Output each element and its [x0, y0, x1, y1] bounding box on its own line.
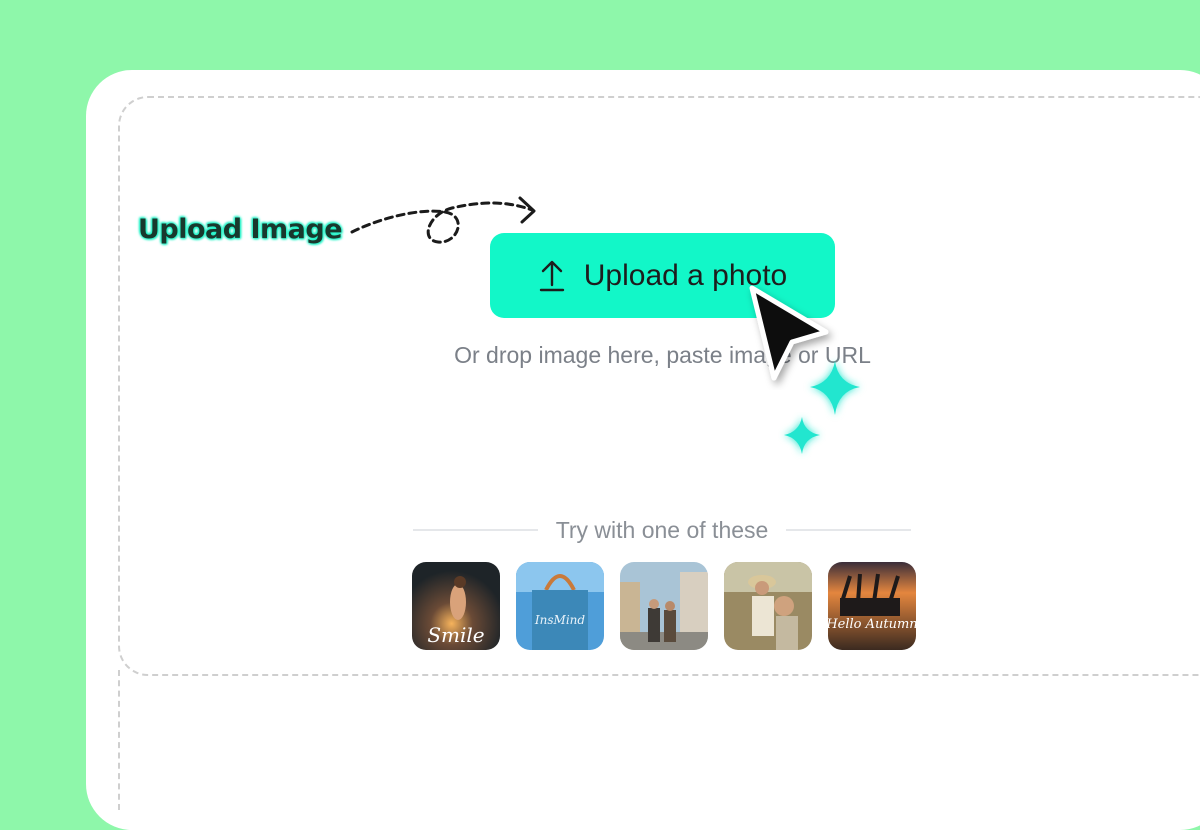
sample-overlay-text: Hello Autumn: [828, 617, 916, 632]
sample-overlay-text: InsMind: [534, 613, 585, 627]
divider-line-right: [786, 529, 912, 531]
sample-overlay-text: Smile: [427, 623, 484, 647]
sparkle-icon: [784, 417, 820, 454]
sample-hello-autumn[interactable]: Hello Autumn: [828, 562, 916, 650]
upload-arrow-icon: [539, 260, 564, 291]
dashed-arrow-icon: [350, 196, 536, 244]
sample-tote-bag[interactable]: InsMind: [516, 562, 604, 650]
samples-heading: Try with one of these: [555, 516, 769, 543]
sample-smile[interactable]: Smile: [412, 562, 500, 650]
sample-field-portrait[interactable]: [724, 562, 812, 650]
divider-line-left: [413, 529, 538, 531]
drop-hint-text: Or drop image here, paste image or URL: [454, 342, 871, 368]
sample-images-row: Smile InsMind Hello Autumn: [412, 562, 916, 650]
samples-divider: Try with one of these: [413, 515, 912, 545]
sample-street-couple[interactable]: [620, 562, 708, 650]
